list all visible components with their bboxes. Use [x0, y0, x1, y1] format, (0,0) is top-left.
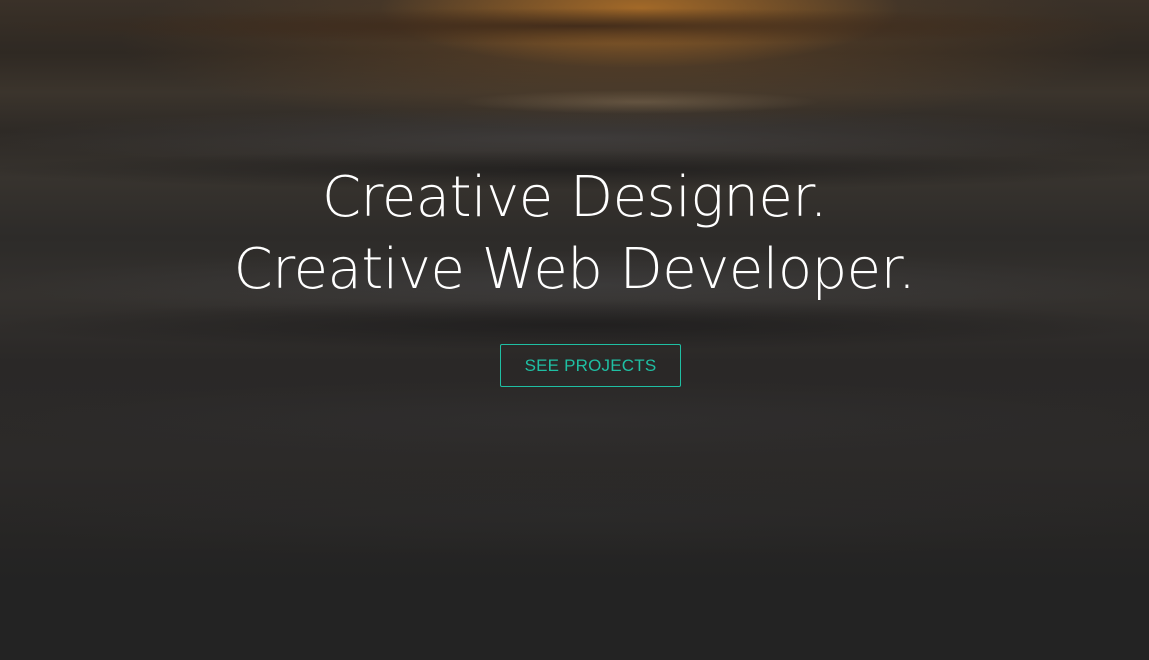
hero-section: Creative Designer. Creative Web Develope…: [0, 0, 1149, 660]
hero-background-wave: [0, 300, 1149, 350]
hero-background-wave: [0, 8, 1149, 44]
hero-background-wave: [0, 380, 1149, 460]
hero-headline-line2: Creative Web Developer.: [233, 237, 916, 302]
hero-background-wave: [0, 470, 1149, 560]
hero-headline-line1: Creative Designer.: [321, 165, 828, 230]
hero-headline: Creative Designer. Creative Web Develope…: [0, 162, 1149, 306]
hero-background-wave: [0, 108, 1149, 168]
see-projects-button[interactable]: SEE PROJECTS: [500, 344, 681, 387]
